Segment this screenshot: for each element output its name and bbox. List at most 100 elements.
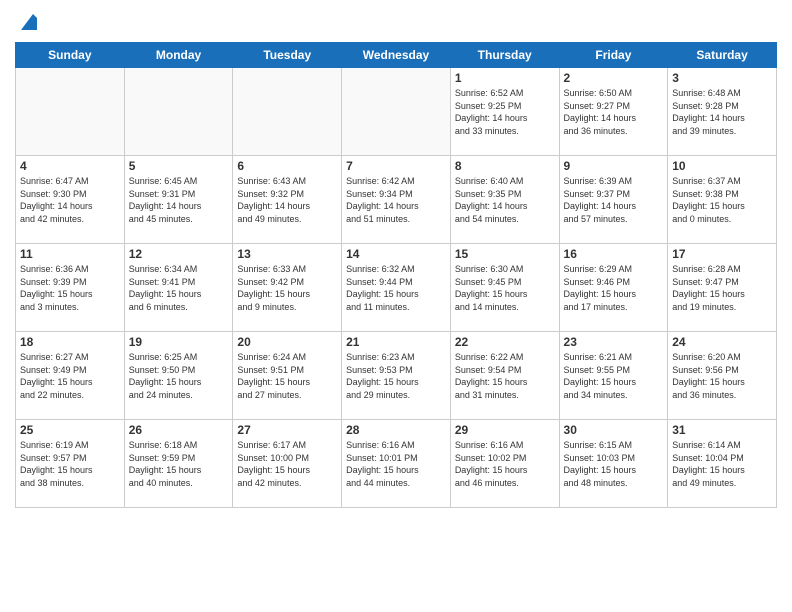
day-cell-10: 10Sunrise: 6:37 AM Sunset: 9:38 PM Dayli… [668, 156, 777, 244]
day-number: 28 [346, 423, 446, 437]
day-cell-12: 12Sunrise: 6:34 AM Sunset: 9:41 PM Dayli… [124, 244, 233, 332]
day-cell-11: 11Sunrise: 6:36 AM Sunset: 9:39 PM Dayli… [16, 244, 125, 332]
day-header-monday: Monday [124, 43, 233, 68]
day-header-tuesday: Tuesday [233, 43, 342, 68]
day-number: 20 [237, 335, 337, 349]
week-row-3: 11Sunrise: 6:36 AM Sunset: 9:39 PM Dayli… [16, 244, 777, 332]
day-info: Sunrise: 6:43 AM Sunset: 9:32 PM Dayligh… [237, 175, 337, 225]
day-info: Sunrise: 6:22 AM Sunset: 9:54 PM Dayligh… [455, 351, 555, 401]
day-info: Sunrise: 6:42 AM Sunset: 9:34 PM Dayligh… [346, 175, 446, 225]
day-cell-27: 27 Sunrise: 6:17 AM Sunset: 10:00 PM Dayl… [233, 420, 342, 508]
day-number: 27 [237, 423, 337, 437]
day-info: Sunrise: 6:45 AM Sunset: 9:31 PM Dayligh… [129, 175, 229, 225]
day-number: 9 [564, 159, 664, 173]
day-cell-20: 20 Sunrise: 6:24 AM Sunset: 9:51 PM Dayli… [233, 332, 342, 420]
day-cell-14: 14Sunrise: 6:32 AM Sunset: 9:44 PM Dayli… [342, 244, 451, 332]
empty-cell [124, 68, 233, 156]
day-header-sunday: Sunday [16, 43, 125, 68]
day-number: 12 [129, 247, 229, 261]
day-header-wednesday: Wednesday [342, 43, 451, 68]
day-cell-18: 18 Sunrise: 6:27 AM Sunset: 9:49 PM Dayli… [16, 332, 125, 420]
day-cell-16: 16Sunrise: 6:29 AM Sunset: 9:46 PM Dayli… [559, 244, 668, 332]
day-number: 24 [672, 335, 772, 349]
day-cell-24: 24 Sunrise: 6:20 AM Sunset: 9:56 PM Dayli… [668, 332, 777, 420]
day-cell-21: 21 Sunrise: 6:23 AM Sunset: 9:53 PM Dayli… [342, 332, 451, 420]
day-info: Sunrise: 6:15 AM Sunset: 10:03 PM Daylig… [564, 439, 664, 489]
day-info: Sunrise: 6:25 AM Sunset: 9:50 PM Dayligh… [129, 351, 229, 401]
day-number: 3 [672, 71, 772, 85]
day-info: Sunrise: 6:16 AM Sunset: 10:01 PM Daylig… [346, 439, 446, 489]
day-cell-13: 13 Sunrise: 6:33 AM Sunset: 9:42 PM Dayli… [233, 244, 342, 332]
day-info: Sunrise: 6:50 AM Sunset: 9:27 PM Dayligh… [564, 87, 664, 137]
day-number: 1 [455, 71, 555, 85]
header [15, 10, 777, 34]
day-info: Sunrise: 6:17 AM Sunset: 10:00 PM Daylig… [237, 439, 337, 489]
day-number: 18 [20, 335, 120, 349]
day-info: Sunrise: 6:19 AM Sunset: 9:57 PM Dayligh… [20, 439, 120, 489]
day-info: Sunrise: 6:47 AM Sunset: 9:30 PM Dayligh… [20, 175, 120, 225]
day-info: Sunrise: 6:23 AM Sunset: 9:53 PM Dayligh… [346, 351, 446, 401]
day-cell-29: 29Sunrise: 6:16 AM Sunset: 10:02 PM Dayl… [450, 420, 559, 508]
day-info: Sunrise: 6:14 AM Sunset: 10:04 PM Daylig… [672, 439, 772, 489]
week-row-5: 25 Sunrise: 6:19 AM Sunset: 9:57 PM Dayli… [16, 420, 777, 508]
day-number: 5 [129, 159, 229, 173]
day-cell-6: 6 Sunrise: 6:43 AM Sunset: 9:32 PM Daylig… [233, 156, 342, 244]
day-header-saturday: Saturday [668, 43, 777, 68]
day-number: 25 [20, 423, 120, 437]
day-number: 7 [346, 159, 446, 173]
day-cell-15: 15Sunrise: 6:30 AM Sunset: 9:45 PM Dayli… [450, 244, 559, 332]
day-cell-23: 23 Sunrise: 6:21 AM Sunset: 9:55 PM Dayli… [559, 332, 668, 420]
empty-cell [16, 68, 125, 156]
day-info: Sunrise: 6:24 AM Sunset: 9:51 PM Dayligh… [237, 351, 337, 401]
empty-cell [342, 68, 451, 156]
day-info: Sunrise: 6:33 AM Sunset: 9:42 PM Dayligh… [237, 263, 337, 313]
day-info: Sunrise: 6:52 AM Sunset: 9:25 PM Dayligh… [455, 87, 555, 137]
day-number: 17 [672, 247, 772, 261]
day-info: Sunrise: 6:21 AM Sunset: 9:55 PM Dayligh… [564, 351, 664, 401]
day-cell-2: 2 Sunrise: 6:50 AM Sunset: 9:27 PM Daylig… [559, 68, 668, 156]
day-cell-25: 25 Sunrise: 6:19 AM Sunset: 9:57 PM Dayli… [16, 420, 125, 508]
day-number: 21 [346, 335, 446, 349]
day-cell-28: 28 Sunrise: 6:16 AM Sunset: 10:01 PM Dayl… [342, 420, 451, 508]
day-info: Sunrise: 6:28 AM Sunset: 9:47 PM Dayligh… [672, 263, 772, 313]
day-info: Sunrise: 6:32 AM Sunset: 9:44 PM Dayligh… [346, 263, 446, 313]
day-info: Sunrise: 6:29 AM Sunset: 9:46 PM Dayligh… [564, 263, 664, 313]
day-number: 2 [564, 71, 664, 85]
day-number: 11 [20, 247, 120, 261]
calendar-header-row: SundayMondayTuesdayWednesdayThursdayFrid… [16, 43, 777, 68]
day-number: 13 [237, 247, 337, 261]
day-number: 4 [20, 159, 120, 173]
day-number: 29 [455, 423, 555, 437]
empty-cell [233, 68, 342, 156]
day-number: 8 [455, 159, 555, 173]
day-number: 19 [129, 335, 229, 349]
day-cell-22: 22 Sunrise: 6:22 AM Sunset: 9:54 PM Dayli… [450, 332, 559, 420]
day-number: 6 [237, 159, 337, 173]
day-info: Sunrise: 6:30 AM Sunset: 9:45 PM Dayligh… [455, 263, 555, 313]
day-number: 30 [564, 423, 664, 437]
day-info: Sunrise: 6:27 AM Sunset: 9:49 PM Dayligh… [20, 351, 120, 401]
day-number: 22 [455, 335, 555, 349]
day-cell-9: 9 Sunrise: 6:39 AM Sunset: 9:37 PM Daylig… [559, 156, 668, 244]
day-info: Sunrise: 6:39 AM Sunset: 9:37 PM Dayligh… [564, 175, 664, 225]
day-number: 23 [564, 335, 664, 349]
day-info: Sunrise: 6:40 AM Sunset: 9:35 PM Dayligh… [455, 175, 555, 225]
day-cell-5: 5 Sunrise: 6:45 AM Sunset: 9:31 PM Daylig… [124, 156, 233, 244]
day-cell-19: 19 Sunrise: 6:25 AM Sunset: 9:50 PM Dayli… [124, 332, 233, 420]
day-cell-4: 4 Sunrise: 6:47 AM Sunset: 9:30 PM Daylig… [16, 156, 125, 244]
day-cell-7: 7 Sunrise: 6:42 AM Sunset: 9:34 PM Daylig… [342, 156, 451, 244]
day-info: Sunrise: 6:20 AM Sunset: 9:56 PM Dayligh… [672, 351, 772, 401]
logo-icon [17, 10, 41, 34]
day-cell-8: 8 Sunrise: 6:40 AM Sunset: 9:35 PM Daylig… [450, 156, 559, 244]
day-cell-30: 30 Sunrise: 6:15 AM Sunset: 10:03 PM Dayl… [559, 420, 668, 508]
day-cell-31: 31 Sunrise: 6:14 AM Sunset: 10:04 PM Dayl… [668, 420, 777, 508]
day-cell-26: 26 Sunrise: 6:18 AM Sunset: 9:59 PM Dayli… [124, 420, 233, 508]
logo [15, 10, 41, 34]
day-cell-17: 17 Sunrise: 6:28 AM Sunset: 9:47 PM Dayli… [668, 244, 777, 332]
day-number: 26 [129, 423, 229, 437]
day-number: 31 [672, 423, 772, 437]
day-info: Sunrise: 6:18 AM Sunset: 9:59 PM Dayligh… [129, 439, 229, 489]
day-info: Sunrise: 6:48 AM Sunset: 9:28 PM Dayligh… [672, 87, 772, 137]
day-header-thursday: Thursday [450, 43, 559, 68]
week-row-1: 1 Sunrise: 6:52 AM Sunset: 9:25 PM Daylig… [16, 68, 777, 156]
